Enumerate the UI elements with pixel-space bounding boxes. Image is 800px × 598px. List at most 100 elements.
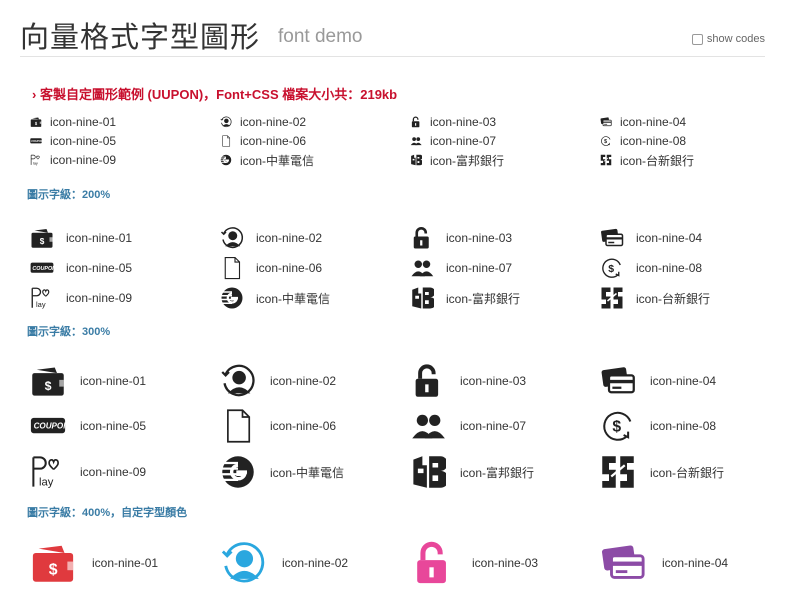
icon-list-item: lay icon-nine-09 [30, 152, 116, 168]
icon-list-item: COUPON icon-nine-05 [30, 406, 146, 446]
dollar-refresh-icon: $ [600, 408, 636, 444]
cht-logo-icon [220, 454, 256, 490]
icon-list-item: $ icon-nine-08 [600, 406, 716, 446]
icon-list-item: icon-nine-03 [410, 114, 496, 130]
icon-list-item: icon-nine-07 [410, 406, 526, 446]
icon-name-label: icon-nine-06 [240, 134, 307, 148]
icon-list-item: $ icon-nine-01 [30, 538, 158, 588]
icon-name-label: icon-nine-09 [50, 153, 117, 167]
show-codes-label: show codes [706, 33, 765, 45]
icon-name-label: icon-nine-02 [270, 374, 337, 388]
icon-name-label: icon-nine-05 [80, 419, 147, 433]
unlock-icon [410, 540, 456, 586]
users-icon [410, 408, 446, 444]
icon-list-item: $ icon-nine-01 [30, 361, 146, 401]
wallet-icon: $ [30, 363, 66, 399]
wallet-icon: $ [30, 226, 54, 250]
icon-name-label: icon-nine-08 [650, 419, 717, 433]
icon-list-item: icon-nine-03 [410, 538, 538, 588]
icon-name-label: icon-nine-06 [256, 261, 323, 275]
svg-text:$: $ [45, 379, 52, 393]
icon-name-label: icon-nine-07 [430, 134, 497, 148]
section-label: 圖示字級：400%，自定字型顏色 [27, 507, 188, 519]
svg-text:$: $ [612, 419, 621, 436]
section-label: 圖示字級：200% [27, 189, 111, 201]
icon-name-label: icon-nine-05 [66, 261, 133, 275]
icon-list-item: icon-富邦銀行 [410, 284, 520, 312]
icon-name-label: icon-nine-04 [620, 115, 687, 129]
unlock-icon [410, 363, 446, 399]
icon-list-item: icon-nine-04 [600, 224, 702, 252]
users-icon [410, 256, 434, 280]
page-subtitle: font demo [278, 26, 363, 47]
icon-name-label: icon-富邦銀行 [446, 291, 521, 306]
taishin-logo-icon [600, 454, 636, 490]
icon-list-item: icon-nine-02 [220, 224, 322, 252]
icon-name-label: icon-中華電信 [240, 153, 315, 168]
icon-list-item: $ icon-nine-01 [30, 114, 116, 130]
notice-text: › 客製自定圖形範例 (UUPON)，Font+CSS 檔案大小共：219kb [32, 87, 398, 102]
icon-list-item: icon-nine-02 [220, 538, 348, 588]
document-icon [220, 408, 256, 444]
icon-name-label: icon-台新銀行 [636, 291, 711, 306]
icon-list-item: lay icon-nine-09 [30, 452, 146, 492]
dollar-refresh-icon: $ [600, 135, 612, 147]
document-icon [220, 135, 232, 147]
icon-name-label: icon-nine-01 [50, 115, 117, 129]
show-codes-toggle[interactable]: show codes [691, 33, 765, 45]
icon-name-label: icon-nine-02 [282, 556, 349, 570]
icon-list-item: icon-nine-03 [410, 361, 526, 401]
taishin-logo-icon [600, 154, 612, 166]
icon-list-item: icon-中華電信 [220, 284, 330, 312]
icon-list-item: icon-nine-03 [410, 224, 512, 252]
icon-list-item: $ icon-nine-08 [600, 254, 702, 282]
icon-list-item: $ icon-nine-08 [600, 133, 686, 149]
icon-list-item: icon-富邦銀行 [410, 452, 534, 492]
icon-list-item: icon-nine-02 [220, 361, 336, 401]
icon-name-label: icon-nine-01 [66, 231, 133, 245]
play-logo-icon: lay [30, 454, 66, 490]
svg-text:COUPON: COUPON [32, 266, 54, 272]
cht-logo-icon [220, 154, 232, 166]
icon-name-label: icon-nine-03 [430, 115, 497, 129]
icon-name-label: icon-nine-01 [92, 556, 159, 570]
icon-list-item: icon-中華電信 [220, 452, 344, 492]
icon-list-item: icon-nine-07 [410, 133, 496, 149]
unlock-icon [410, 226, 434, 250]
fubon-logo-icon [410, 454, 446, 490]
coupon-icon: COUPON [30, 408, 66, 444]
icon-name-label: icon-nine-03 [446, 231, 513, 245]
icon-name-label: icon-nine-09 [66, 291, 133, 305]
icon-list-item: icon-nine-04 [600, 114, 686, 130]
icon-name-label: icon-nine-03 [472, 556, 539, 570]
icon-name-label: icon-中華電信 [256, 291, 331, 306]
document-icon [220, 256, 244, 280]
taishin-logo-icon [600, 286, 624, 310]
icon-list-item: icon-nine-04 [600, 361, 716, 401]
icon-name-label: icon-富邦銀行 [460, 465, 535, 480]
icon-list-item: icon-nine-06 [220, 406, 336, 446]
show-codes-checkbox[interactable] [691, 33, 703, 45]
page-header: 向量格式字型圖形 font demo show codes [20, 14, 765, 57]
icon-name-label: icon-nine-04 [662, 556, 729, 570]
svg-text:COUPON: COUPON [34, 422, 66, 431]
icon-name-label: icon-nine-06 [270, 419, 337, 433]
wallet-icon: $ [30, 540, 76, 586]
icon-name-label: icon-nine-04 [650, 374, 717, 388]
icon-list-item: COUPON icon-nine-05 [30, 254, 132, 282]
icon-name-label: icon-台新銀行 [650, 465, 725, 480]
page-title: 向量格式字型圖形 [20, 20, 261, 54]
users-icon [410, 135, 422, 147]
unlock-icon [410, 116, 422, 128]
icon-list-item: icon-nine-02 [220, 114, 306, 130]
icon-list-item: lay icon-nine-09 [30, 284, 132, 312]
icon-list-item: icon-台新銀行 [600, 152, 694, 168]
icon-name-label: icon-nine-01 [80, 374, 147, 388]
icon-name-label: icon-nine-05 [50, 134, 117, 148]
icon-list-item: icon-台新銀行 [600, 284, 710, 312]
icon-list-item: icon-nine-07 [410, 254, 512, 282]
icon-name-label: icon-nine-07 [446, 261, 513, 275]
icon-list-item: icon-nine-06 [220, 133, 306, 149]
icon-list-item: icon-nine-04 [600, 538, 728, 588]
icon-list-item: COUPON icon-nine-05 [30, 133, 116, 149]
